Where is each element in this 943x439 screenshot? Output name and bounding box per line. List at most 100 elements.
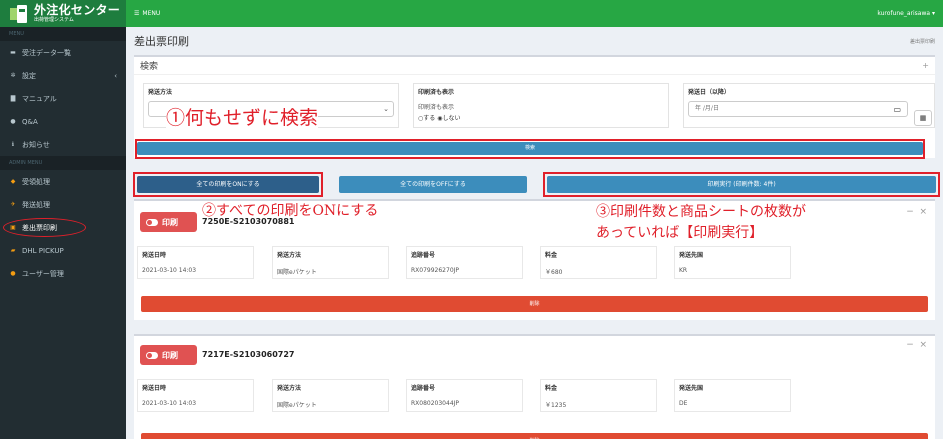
info-icon: ℹ bbox=[11, 141, 15, 148]
user-icon: ● bbox=[10, 270, 16, 277]
sidebar-item-dhl[interactable]: ▰ DHL PICKUP bbox=[0, 239, 126, 262]
calendar-icon[interactable]: ▭ bbox=[893, 103, 901, 117]
logo-icon bbox=[10, 4, 28, 23]
info-label: 発送方法 bbox=[277, 252, 302, 259]
info-cell-tracking: 追跡番号 RX079926270JP bbox=[406, 246, 523, 279]
sidebar-item-print-slip[interactable]: ▣ 差出票印刷 bbox=[0, 216, 126, 239]
order-card: 印刷 7217E-S2103060727 − × 発送日時 2021-03-10… bbox=[134, 334, 935, 439]
sidebar-item-label: ユーザー管理 bbox=[22, 269, 64, 278]
question-icon: ● bbox=[10, 118, 16, 125]
info-value: RX079926270JP bbox=[411, 267, 460, 274]
info-value: DE bbox=[679, 400, 688, 407]
radio-yes-label: する bbox=[423, 115, 436, 122]
sidebar-item-label: 発送処理 bbox=[22, 200, 50, 209]
sidebar-item-shipping[interactable]: ✈ 発送処理 bbox=[0, 193, 126, 216]
info-value: RX080203044JP bbox=[411, 400, 460, 407]
user-menu[interactable]: kurofune_arisawa ▾ bbox=[877, 10, 935, 17]
gear-icon: ✲ bbox=[10, 72, 16, 79]
print-toggle-label: 印刷 bbox=[162, 217, 178, 227]
order-number: 7217E-S2103060727 bbox=[202, 350, 295, 359]
info-value: 国際eパケット bbox=[277, 269, 317, 276]
info-value: ￥680 bbox=[545, 269, 563, 276]
main-content: 差出票印刷 差出票印刷 検索 + 発送方法 ⌄ 印刷済も表示 印刷済も表示 ○す… bbox=[126, 27, 943, 439]
print-toggle[interactable]: 印刷 bbox=[140, 212, 197, 232]
print-toggle[interactable]: 印刷 bbox=[140, 345, 197, 365]
info-label: 発送方法 bbox=[277, 385, 302, 392]
annotation-step-3: ③印刷件数と商品シートの枚数が あっていれば【印刷実行】 bbox=[596, 202, 806, 244]
toggle-switch-icon bbox=[146, 218, 158, 226]
printed-label: 印刷済も表示 bbox=[418, 89, 455, 96]
sidebar-item-manual[interactable]: ▇ マニュアル bbox=[0, 87, 126, 110]
info-value: KR bbox=[679, 267, 688, 274]
sidebar-item-settings[interactable]: ✲ 設定 ‹ bbox=[0, 64, 126, 87]
all-off-button[interactable]: 全ての印刷をOFFにする bbox=[339, 176, 527, 193]
brand-subtitle: 出荷管理システム bbox=[34, 17, 74, 23]
card-tools[interactable]: − × bbox=[906, 340, 927, 350]
chevron-left-icon: ‹ bbox=[114, 71, 117, 80]
info-cell-tracking: 追跡番号 RX080203044JP bbox=[406, 379, 523, 412]
chevron-down-icon: ⌄ bbox=[383, 105, 389, 113]
info-cell-date: 発送日時 2021-03-10 14:03 bbox=[137, 379, 254, 412]
info-label: 発送日時 bbox=[142, 252, 167, 259]
admin-menu-header: ADMIN MENU bbox=[0, 156, 126, 170]
info-value: ￥1235 bbox=[545, 402, 567, 409]
highlight-frame-search bbox=[135, 139, 925, 159]
toggle-switch-icon bbox=[146, 351, 158, 359]
delete-button[interactable]: 削除 bbox=[141, 433, 928, 439]
date-field: 発送日（以降） 年 /月/日 ▭ ▦ bbox=[683, 83, 935, 128]
card-tools[interactable]: − × bbox=[906, 207, 927, 217]
cubes-icon: ◆ bbox=[10, 178, 16, 185]
plus-icon[interactable]: + bbox=[922, 61, 929, 70]
highlight-frame-all-on bbox=[133, 172, 323, 197]
sidebar-item-label: お知らせ bbox=[22, 140, 50, 149]
info-cell-country: 発送先国 KR bbox=[674, 246, 791, 279]
sidebar-item-qa[interactable]: ● Q&A bbox=[0, 110, 126, 133]
info-cell-method: 発送方法 国際eパケット bbox=[272, 246, 389, 279]
sidebar-item-users[interactable]: ● ユーザー管理 bbox=[0, 262, 126, 285]
sidebar-item-label: 設定 bbox=[22, 71, 36, 80]
info-cell-date: 発送日時 2021-03-10 14:03 bbox=[137, 246, 254, 279]
sidebar-item-orders[interactable]: ▬ 受注データ一覧 bbox=[0, 41, 126, 64]
annotation-step-3-line1: ③印刷件数と商品シートの枚数が bbox=[596, 204, 806, 220]
info-cell-method: 発送方法 国際eパケット bbox=[272, 379, 389, 412]
sidebar-item-receive[interactable]: ◆ 受領処理 bbox=[0, 170, 126, 193]
info-value: 国際eパケット bbox=[277, 402, 317, 409]
info-value: 2021-03-10 14:03 bbox=[142, 400, 197, 407]
menu-toggle[interactable]: ☰ MENU bbox=[134, 10, 160, 17]
plane-icon: ✈ bbox=[10, 201, 16, 208]
radio-no[interactable]: ◉しない bbox=[437, 115, 460, 122]
radio-yes[interactable]: ○する bbox=[418, 115, 435, 122]
sidebar-item-label: 受領処理 bbox=[22, 177, 50, 186]
menu-header: MENU bbox=[0, 27, 126, 41]
logo[interactable]: 外注化センター 出荷管理システム bbox=[0, 0, 126, 27]
radio-no-label: しない bbox=[442, 115, 461, 122]
sidebar-item-label: Q&A bbox=[22, 117, 38, 126]
topbar: ☰ MENU kurofune_arisawa ▾ bbox=[126, 0, 943, 27]
book-icon: ▇ bbox=[10, 95, 16, 102]
breadcrumb[interactable]: 差出票印刷 bbox=[910, 38, 935, 45]
list-icon: ▬ bbox=[10, 49, 16, 56]
info-label: 追跡番号 bbox=[411, 385, 436, 392]
date-placeholder: 年 /月/日 bbox=[695, 105, 719, 112]
info-cell-fee: 料金 ￥1235 bbox=[540, 379, 657, 412]
info-label: 発送先国 bbox=[679, 252, 704, 259]
sidebar-item-label: 受注データ一覧 bbox=[22, 48, 71, 57]
sidebar-item-label: DHL PICKUP bbox=[22, 246, 64, 255]
annotation-step-2: ②すべての印刷をONにする bbox=[202, 203, 379, 219]
annotation-step-1: ①何もせずに検索 bbox=[166, 103, 319, 130]
calendar-button[interactable]: ▦ bbox=[914, 110, 932, 126]
printed-hint: 印刷済も表示 bbox=[418, 104, 455, 111]
truck-icon: ▰ bbox=[10, 247, 16, 254]
delete-button[interactable]: 削除 bbox=[141, 296, 928, 312]
info-label: 料金 bbox=[545, 385, 558, 392]
sidebar: 外注化センター 出荷管理システム MENU ▬ 受注データ一覧 ✲ 設定 ‹ ▇… bbox=[0, 0, 126, 439]
action-row: 全ての印刷をONにする 全ての印刷をOFFにする 印刷実行 (印刷件数: 4件) bbox=[126, 172, 943, 197]
sidebar-item-label: マニュアル bbox=[22, 94, 57, 103]
menu-label: MENU bbox=[142, 10, 161, 17]
date-input[interactable]: 年 /月/日 ▭ bbox=[688, 101, 908, 117]
sidebar-item-news[interactable]: ℹ お知らせ bbox=[0, 133, 126, 156]
date-label: 発送日（以降） bbox=[688, 89, 731, 96]
caret-down-icon: ▾ bbox=[931, 10, 935, 17]
annotation-step-3-line2: あっていれば【印刷実行】 bbox=[596, 225, 764, 241]
info-label: 発送先国 bbox=[679, 385, 704, 392]
